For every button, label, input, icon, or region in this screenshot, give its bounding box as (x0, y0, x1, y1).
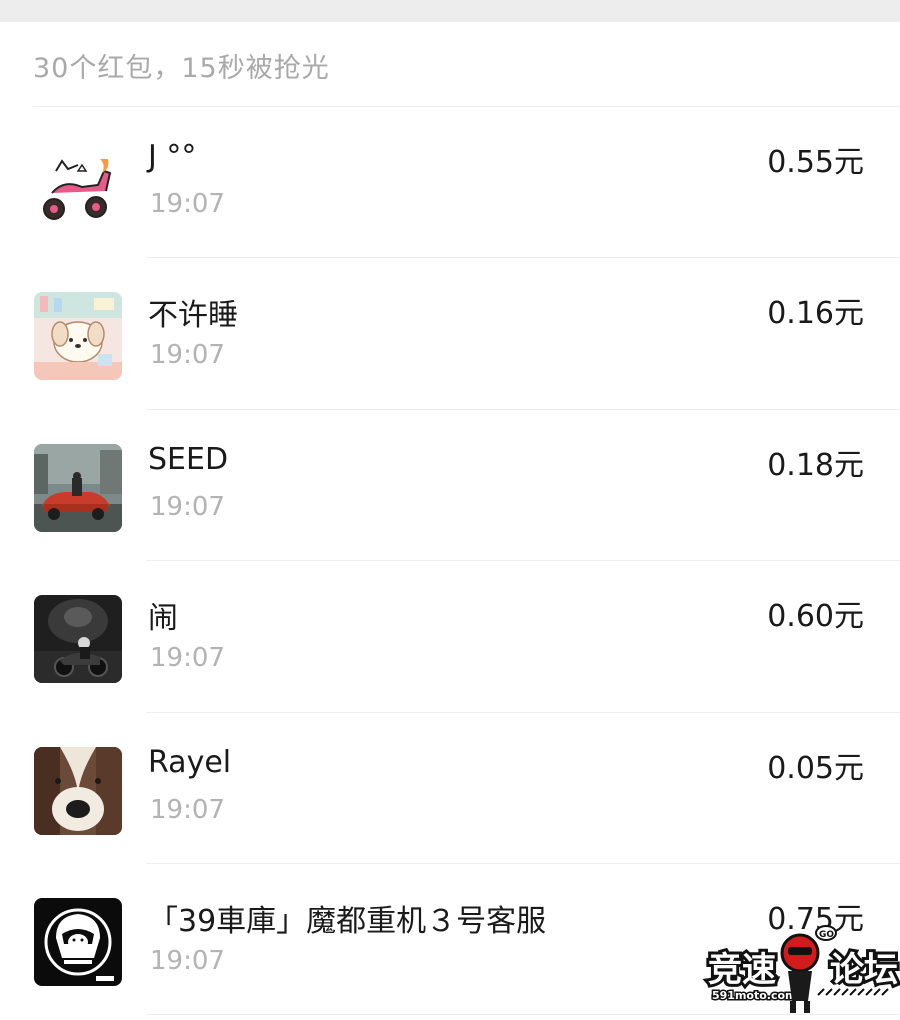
receive-time: 19:07 (150, 189, 225, 219)
receive-time: 19:07 (150, 340, 225, 371)
amount: 0.55元 (767, 145, 864, 180)
recipient-list: J °° 19:07 0.55元 不许睡 19:07 0.16元 SEED 19… (0, 107, 900, 1016)
amount: 0.18元 (767, 447, 864, 483)
receive-time: 19:07 (150, 794, 225, 825)
amount: 0.16元 (767, 296, 864, 332)
svg-text:竞速: 竞速 (708, 950, 776, 990)
motorcycle-night-avatar[interactable] (34, 595, 122, 684)
receive-time: 19:07 (150, 643, 225, 674)
dog-photo-avatar[interactable] (34, 746, 122, 835)
list-item[interactable]: 闹 19:07 0.60元 (0, 561, 900, 713)
recipient-name: SEED (148, 441, 229, 477)
top-bar (0, 0, 900, 22)
scooter-avatar[interactable] (34, 141, 122, 229)
helmet-logo-avatar[interactable] (34, 897, 122, 986)
red-packet-summary: 30个红包，15秒被抢光 (33, 53, 330, 84)
amount: 0.60元 (767, 599, 864, 635)
list-item[interactable]: 不许睡 19:07 0.16元 (0, 258, 900, 411)
car-photo-avatar[interactable] (34, 443, 122, 532)
recipient-name: 不许睡 (148, 298, 238, 334)
recipient-name: Rayel (148, 744, 232, 780)
svg-text:GO: GO (819, 930, 834, 940)
recipient-name: J °° (148, 139, 197, 174)
svg-text:591moto.com: 591moto.com (712, 989, 797, 1002)
recipient-name: 闹 (148, 601, 178, 637)
list-item[interactable]: SEED 19:07 0.18元 (0, 410, 900, 562)
forum-watermark-logo: 竞速 论坛 591moto.com GO (700, 925, 900, 1016)
receive-time: 19:07 (150, 945, 225, 976)
puppy-cartoon-avatar[interactable] (34, 292, 122, 381)
receive-time: 19:07 (150, 491, 225, 522)
recipient-name: 「39車庫」魔都重机３号客服 (148, 903, 547, 939)
amount: 0.05元 (767, 750, 864, 786)
list-item[interactable]: J °° 19:07 0.55元 (0, 107, 900, 259)
list-item[interactable]: Rayel 19:07 0.05元 (0, 713, 900, 865)
svg-text:论坛: 论坛 (830, 950, 898, 990)
